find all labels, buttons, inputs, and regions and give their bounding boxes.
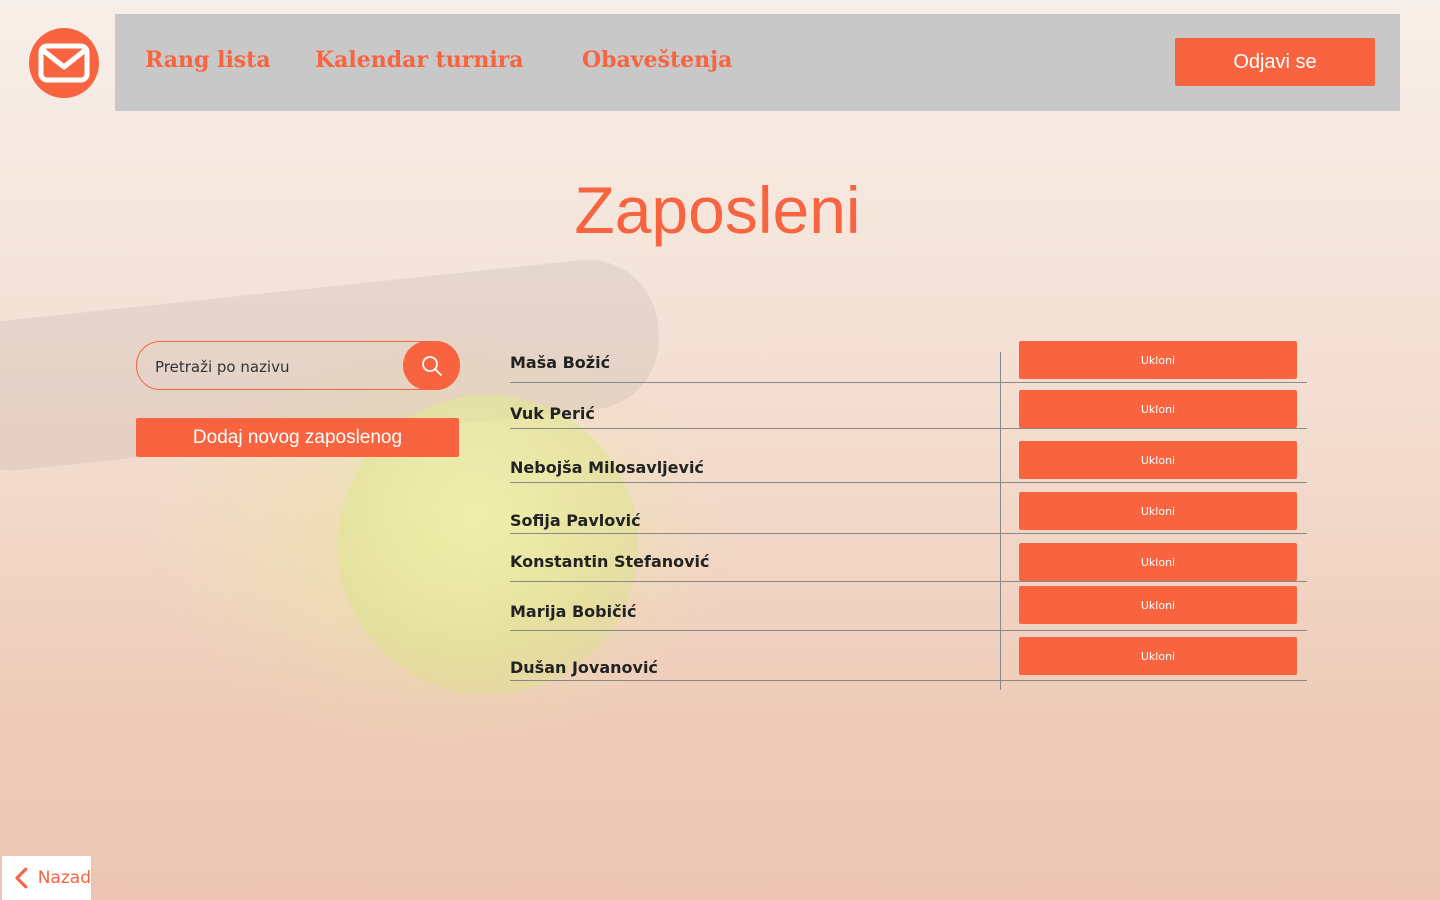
- employee-name: Maša Božić: [510, 353, 611, 372]
- nav-rang-lista[interactable]: Rang lista: [145, 47, 271, 73]
- logo[interactable]: [29, 28, 99, 98]
- row-divider: [510, 630, 1307, 631]
- search-button[interactable]: [403, 341, 460, 390]
- envelope-icon: [38, 43, 90, 83]
- search-icon: [421, 355, 442, 376]
- row-divider: [510, 533, 1307, 534]
- employee-name: Nebojša Milosavljević: [510, 458, 704, 477]
- back-label: Nazad: [37, 868, 91, 888]
- employee-name: Dušan Jovanović: [510, 658, 658, 677]
- employee-name: Vuk Perić: [510, 404, 595, 423]
- row-divider: [510, 482, 1307, 483]
- nav-kalendar-turnira[interactable]: Kalendar turnira: [315, 47, 524, 73]
- row-divider: [510, 581, 1307, 582]
- employee-name: Konstantin Stefanović: [510, 552, 710, 571]
- search-input[interactable]: [153, 342, 397, 391]
- row-divider: [510, 382, 1307, 383]
- remove-button[interactable]: Ukloni: [1019, 637, 1297, 675]
- employee-name: Sofija Pavlović: [510, 511, 641, 530]
- remove-button[interactable]: Ukloni: [1019, 341, 1297, 379]
- logout-button[interactable]: Odjavi se: [1175, 38, 1375, 86]
- add-employee-button[interactable]: Dodaj novog zaposlenog: [136, 418, 459, 457]
- column-divider: [1000, 352, 1001, 690]
- remove-button[interactable]: Ukloni: [1019, 441, 1297, 479]
- row-divider: [510, 680, 1307, 681]
- employee-name: Marija Bobičić: [510, 602, 637, 621]
- remove-button[interactable]: Ukloni: [1019, 586, 1297, 624]
- page-title: Zaposleni: [574, 173, 861, 247]
- back-button[interactable]: Nazad: [2, 856, 91, 900]
- remove-button[interactable]: Ukloni: [1019, 492, 1297, 530]
- remove-button[interactable]: Ukloni: [1019, 543, 1297, 581]
- nav-obavestenja[interactable]: Obaveštenja: [582, 47, 732, 73]
- remove-button[interactable]: Ukloni: [1019, 390, 1297, 428]
- row-divider: [510, 428, 1307, 429]
- chevron-left-icon: [15, 867, 28, 889]
